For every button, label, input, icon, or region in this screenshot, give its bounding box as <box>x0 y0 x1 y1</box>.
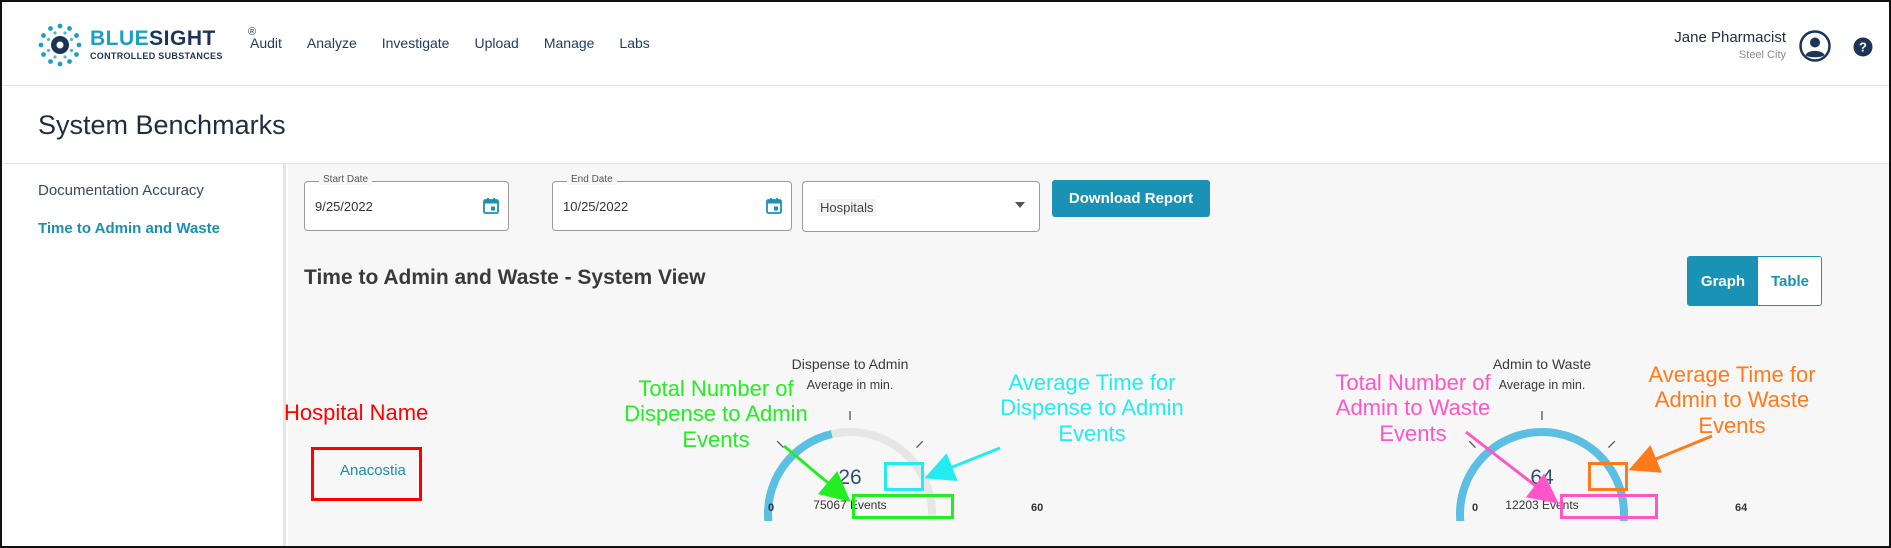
view-toggle: Graph Table <box>1687 256 1822 306</box>
table-view-button[interactable]: Table <box>1758 257 1821 305</box>
svg-text:?: ? <box>1859 40 1867 55</box>
start-date-value[interactable]: 9/25/2022 <box>315 199 373 214</box>
top-navigation-bar: BLUESIGHT ® CONTROLLED SUBSTANCES Audit … <box>2 2 1889 86</box>
annotation-total-dispense: Total Number of Dispense to Admin Events <box>624 376 808 452</box>
nav-manage[interactable]: Manage <box>544 35 595 51</box>
end-date-label: End Date <box>567 174 617 185</box>
brand-name: BLUESIGHT <box>90 27 216 50</box>
gauge-max-label: 64 <box>1735 502 1748 514</box>
calendar-icon[interactable] <box>765 197 783 215</box>
help-circle-icon[interactable]: ? <box>1853 37 1873 57</box>
gauge-tick <box>1608 440 1616 448</box>
main-nav: Audit Analyze Investigate Upload Manage … <box>250 35 675 51</box>
sidebar-item-time-to-admin-and-waste[interactable]: Time to Admin and Waste <box>38 220 220 237</box>
end-date-value[interactable]: 10/25/2022 <box>563 199 628 214</box>
hospitals-select[interactable]: Hospitals <box>802 181 1040 232</box>
nav-upload[interactable]: Upload <box>474 35 518 51</box>
annotation-avg-waste: Average Time for Admin to Waste Events <box>1648 362 1816 438</box>
nav-analyze[interactable]: Analyze <box>307 35 357 51</box>
gauge-tick <box>916 440 924 448</box>
page-header: System Benchmarks <box>2 86 1889 164</box>
brand-subtitle: CONTROLLED SUBSTANCES <box>90 51 223 61</box>
calendar-icon[interactable] <box>482 197 500 215</box>
end-date-field[interactable]: End Date 10/25/2022 <box>552 174 792 231</box>
annotation-box-total-dispense <box>852 494 954 519</box>
section-title: Time to Admin and Waste - System View <box>304 266 706 289</box>
graph-view-button[interactable]: Graph <box>1688 257 1758 305</box>
annotation-box-avg-dispense <box>884 462 924 491</box>
annotation-box-total-waste <box>1560 494 1658 519</box>
chevron-down-icon[interactable] <box>1015 202 1025 208</box>
gauge-min-label: 0 <box>768 502 775 514</box>
nav-investigate[interactable]: Investigate <box>382 35 450 51</box>
gauge-max-label: 60 <box>1031 502 1044 514</box>
user-circle-icon[interactable] <box>1799 30 1831 62</box>
start-date-label: Start Date <box>319 174 373 185</box>
annotation-box-hospital <box>311 447 422 501</box>
download-report-button[interactable]: Download Report <box>1052 180 1210 217</box>
gauge-title-dispense-to-admin: Dispense to Admin <box>791 356 909 372</box>
sidebar: Documentation Accuracy Time to Admin and… <box>2 164 286 546</box>
user-name[interactable]: Jane Pharmacist <box>1674 29 1786 46</box>
gauge-min-label: 0 <box>1472 502 1479 514</box>
bluesight-logo[interactable]: BLUESIGHT ® CONTROLLED SUBSTANCES <box>36 22 256 68</box>
annotation-avg-dispense: Average Time for Dispense to Admin Events <box>1000 370 1184 446</box>
nav-labs[interactable]: Labs <box>619 35 649 51</box>
annotation-hospital-name: Hospital Name <box>284 400 429 425</box>
hospitals-select-value[interactable]: Hospitals <box>817 199 877 216</box>
bluesight-logo-mark-icon <box>38 23 82 67</box>
start-date-field[interactable]: Start Date 9/25/2022 <box>304 174 509 231</box>
annotation-box-avg-waste <box>1588 462 1628 491</box>
page-title: System Benchmarks <box>38 110 286 140</box>
user-location: Steel City <box>1738 49 1786 61</box>
main-content: Start Date 9/25/2022 End Date 10/25/2022… <box>288 164 1889 546</box>
annotation-total-waste: Total Number of Admin to Waste Events <box>1335 370 1491 446</box>
sidebar-item-documentation-accuracy[interactable]: Documentation Accuracy <box>38 182 204 199</box>
nav-audit[interactable]: Audit <box>250 35 282 51</box>
